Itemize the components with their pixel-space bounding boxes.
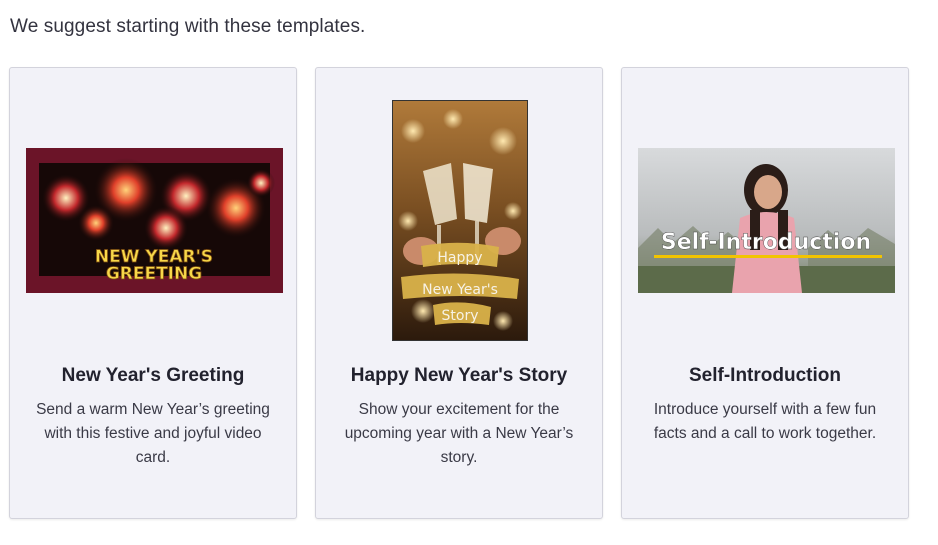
template-card-new-years-greeting[interactable]: NEW YEAR'S GREETING New Year's Greeting … <box>9 67 297 519</box>
template-description: Send a warm New Year’s greeting with thi… <box>36 401 270 466</box>
template-description: Introduce yourself with a few fun facts … <box>653 401 877 442</box>
template-thumbnail[interactable]: Self-Introduction <box>638 148 895 293</box>
thumbnail-caption-line-3: Story <box>442 308 479 324</box>
template-title[interactable]: Happy New Year's Story <box>316 365 602 387</box>
template-title[interactable]: New Year's Greeting <box>10 365 296 387</box>
template-description: Show your excitement for the upcoming ye… <box>344 401 574 466</box>
template-card-happy-new-years-story[interactable]: Happy New Year's Story Happy New Year's … <box>315 67 603 519</box>
thumbnail-caption-line-2: New Year's <box>422 282 498 298</box>
thumbnail-caption: Self-Introduction <box>661 230 871 255</box>
suggestion-heading: We suggest starting with these templates… <box>10 16 366 37</box>
template-thumbnail[interactable]: NEW YEAR'S GREETING <box>26 148 283 293</box>
template-card-self-introduction[interactable]: Self-Introduction Self-Introduction Intr… <box>621 67 909 519</box>
template-thumbnail[interactable]: Happy New Year's Story <box>392 100 528 341</box>
thumbnail-caption-line-2: GREETING <box>106 264 202 284</box>
thumbnail-caption-line-1: Happy <box>437 250 482 266</box>
template-title[interactable]: Self-Introduction <box>622 365 908 387</box>
